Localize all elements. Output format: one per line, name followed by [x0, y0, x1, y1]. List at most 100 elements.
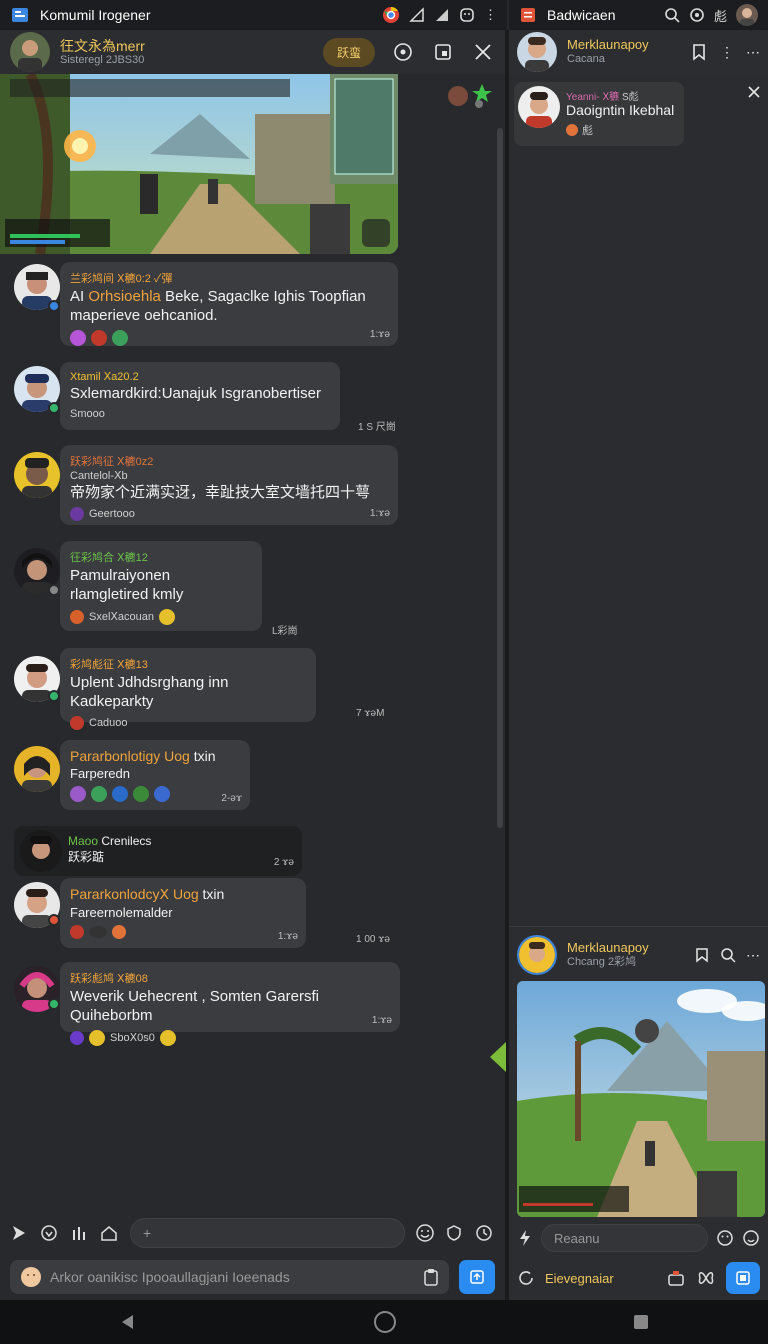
- bookmark-icon[interactable]: [690, 43, 708, 61]
- channel-avatar[interactable]: [10, 32, 50, 72]
- record-icon[interactable]: [393, 42, 415, 62]
- status-badge: [48, 998, 60, 1010]
- message-time: 1:ɤə: [369, 508, 390, 519]
- search-icon[interactable]: [720, 947, 736, 963]
- message-placeholder: Arkor oanikisc Ipooaullagjani Ioeenads: [50, 1268, 290, 1285]
- emoji-reaction[interactable]: [133, 786, 149, 803]
- list-item: 跃彩彪鸠 ⵝ穮08 Weverik Uehecrent , Somten Gar…: [60, 962, 400, 1046]
- emoji-reaction[interactable]: [70, 786, 86, 803]
- reaction-row: Sboⵝ0s0: [70, 1029, 390, 1046]
- emoji-reaction[interactable]: [70, 329, 86, 346]
- emoji-reaction[interactable]: [112, 329, 128, 346]
- more-horizontal-icon[interactable]: ⋯: [746, 44, 760, 61]
- message-author: 跃彩鸠征 ⵝ穮0z2: [70, 456, 154, 468]
- lightning-icon[interactable]: [517, 1229, 533, 1247]
- minimize-window-icon[interactable]: [433, 42, 455, 62]
- emoji-reaction[interactable]: [159, 608, 176, 625]
- timer-icon[interactable]: [475, 1224, 495, 1242]
- back-icon[interactable]: [118, 1312, 138, 1332]
- message-subtitle: Cantelol-ⵝb: [70, 470, 128, 482]
- profile-avatar[interactable]: [736, 4, 758, 26]
- list-item: Pararbonlotigy Uog txin Farperedn 2-əɤ: [60, 740, 250, 810]
- more-vertical-icon[interactable]: ⋮: [484, 7, 497, 23]
- popup-avatar: [518, 86, 560, 128]
- message-author: 跃彩彪鸠 ⵝ穮08: [70, 973, 148, 985]
- message-mini-input[interactable]: +: [130, 1218, 405, 1248]
- list-item: Pararkonlodcyⵝ Uog txin Fareernolemalder…: [60, 878, 306, 948]
- emoji-reaction[interactable]: [112, 925, 126, 940]
- clipboard-icon[interactable]: [423, 1268, 439, 1286]
- stats-icon[interactable]: [70, 1224, 90, 1242]
- right-stream-panel: Merklaunapoy Chcang 2彩鸠 ⋯ Reaanu Eievegn…: [509, 926, 768, 1300]
- settings-icon[interactable]: [689, 7, 705, 23]
- close-icon[interactable]: [473, 42, 495, 62]
- message-composer: Arkor oanikisc Ipooaullagjani Ioeenads: [0, 1253, 505, 1300]
- refresh-icon[interactable]: [517, 1269, 535, 1287]
- emoji-reaction[interactable]: [89, 926, 107, 939]
- recents-icon[interactable]: [632, 1313, 650, 1331]
- status-glyph: 彪: [713, 8, 727, 24]
- message-author: Xtamil ⵝa20.2: [70, 371, 139, 383]
- stream-video[interactable]: [517, 981, 765, 1217]
- contact-status: Cacana: [567, 53, 605, 66]
- notification-popup[interactable]: Yeanni- ⵝ穮 S彪 Daoigntin Ikebhal 彪: [514, 82, 684, 146]
- message-text: Pamulraiyonen rlamgletired kmly: [70, 567, 184, 603]
- avatar[interactable]: [20, 830, 62, 872]
- home-circle-icon[interactable]: [373, 1310, 397, 1334]
- emoji-reaction[interactable]: [91, 786, 107, 803]
- smile-icon[interactable]: [742, 1229, 760, 1247]
- emoji-reaction[interactable]: [112, 786, 128, 803]
- more-horizontal-icon[interactable]: ⋯: [746, 947, 760, 964]
- contact-avatar[interactable]: [517, 32, 557, 72]
- heart-icon[interactable]: [40, 1224, 60, 1242]
- system-nav-bar: [0, 1300, 768, 1344]
- chat-scrollbar[interactable]: [497, 128, 503, 828]
- message-time: L彩崗: [272, 626, 298, 637]
- share-button[interactable]: [726, 1262, 760, 1294]
- avatar[interactable]: [14, 452, 60, 498]
- shield-icon[interactable]: [445, 1224, 465, 1242]
- right-app-title: Badwicaen: [547, 7, 616, 23]
- emoji-reaction[interactable]: [70, 715, 84, 730]
- stream-chat-input[interactable]: Reaanu: [541, 1224, 708, 1252]
- list-item: 彩鸠彪征 ⵝ穮13 Uplent Jdhdsrghang inn Kadkepa…: [60, 648, 316, 730]
- message-author: 彩鸠彪征 ⵝ穮13: [70, 659, 148, 671]
- message-input[interactable]: Arkor oanikisc Ipooaullagjani Ioeenads: [10, 1259, 449, 1294]
- emoji-reaction[interactable]: [70, 925, 84, 940]
- streamer-avatar[interactable]: [517, 935, 557, 975]
- emoji-icon[interactable]: [716, 1229, 734, 1247]
- home-icon[interactable]: [100, 1224, 120, 1242]
- face-icon: [459, 7, 475, 23]
- emoji-reaction[interactable]: [89, 1029, 105, 1046]
- gift-icon[interactable]: [666, 1268, 686, 1288]
- popup-close-icon[interactable]: [746, 84, 762, 100]
- reaction-row: Caduoo: [70, 715, 306, 730]
- game-stream-preview[interactable]: [0, 74, 398, 254]
- send-button[interactable]: [459, 1259, 495, 1294]
- emoji-icon[interactable]: [415, 1223, 435, 1243]
- collapse-arrow-icon[interactable]: [490, 1042, 506, 1072]
- avatar[interactable]: [14, 746, 60, 792]
- emoji-reaction[interactable]: [159, 1029, 176, 1046]
- emoji-reaction[interactable]: [70, 609, 84, 624]
- more-vertical-icon[interactable]: ⋮: [720, 44, 734, 61]
- message-text: Uplent Jdhdsrghang inn Kadkeparkty: [70, 674, 229, 710]
- emoji-reaction[interactable]: [70, 1030, 84, 1045]
- message-time: 7 ɤəM: [356, 708, 385, 719]
- footer-label[interactable]: Eievegnaiar: [545, 1271, 614, 1286]
- reaction-row: Geertooo: [70, 506, 388, 521]
- emoji-reaction[interactable]: [154, 786, 170, 803]
- emoji-reaction[interactable]: [70, 506, 84, 521]
- send-arrow-icon[interactable]: [10, 1224, 30, 1242]
- list-item: 兰彩鸠间 ⵝ穮0:2 ✓彈 AI Orhsioehla Beke, Sagacl…: [60, 262, 398, 346]
- message-text: 帝歾家个近满实迓，幸趾技大室文墙托四十萼: [70, 484, 371, 501]
- smiley-icon[interactable]: [20, 1266, 42, 1288]
- chat-header: 彺文永為merr Sisteregl 2JBS30 跃蛮: [0, 30, 505, 74]
- search-icon[interactable]: [664, 7, 680, 23]
- butterfly-icon[interactable]: [696, 1268, 716, 1288]
- status-badge: [48, 584, 60, 596]
- emoji-reaction[interactable]: [91, 329, 107, 346]
- bookmark-icon[interactable]: [694, 947, 710, 963]
- rank-pill-button[interactable]: 跃蛮: [322, 37, 375, 67]
- message-text: Fareernolemalder: [70, 905, 173, 920]
